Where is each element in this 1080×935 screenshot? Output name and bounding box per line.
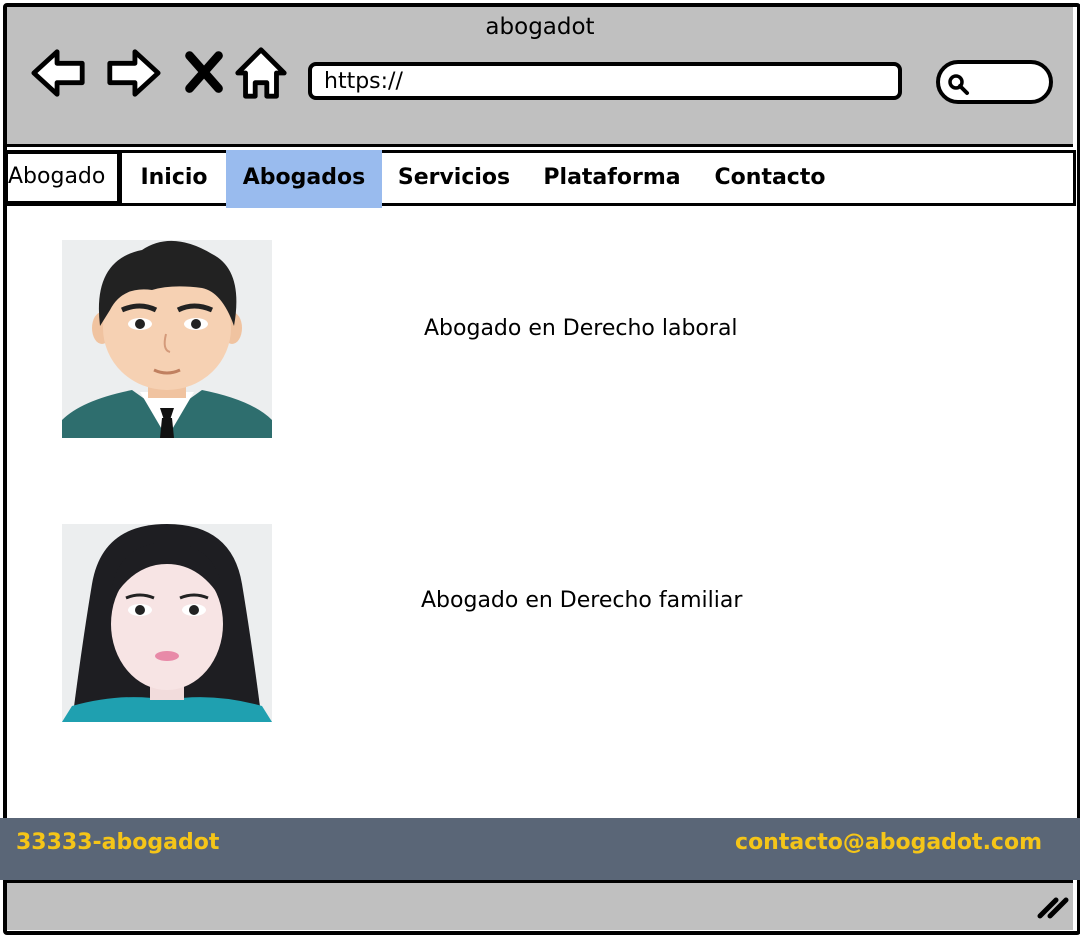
nav-item-contacto[interactable]: Contacto [702,150,838,208]
male-avatar [62,240,272,438]
status-bar [7,880,1073,930]
nav-item-plataforma[interactable]: Plataforma [532,150,692,208]
back-arrow-icon[interactable] [30,44,88,102]
nav-item-abogados[interactable]: Abogados [226,150,382,208]
footer-email[interactable]: contacto@abogadot.com [735,830,1042,855]
url-bar[interactable]: https:// [308,62,902,100]
lawyer-title: Abogado en Derecho familiar [421,588,743,613]
close-icon[interactable] [176,44,234,102]
brand-logo[interactable]: Abogado [4,150,122,206]
resize-handle-icon[interactable] [1034,896,1070,920]
brand-label: Abogado [8,164,106,189]
home-icon[interactable] [232,44,290,102]
search-icon [948,74,969,95]
footer-phone: 33333-abogadot [16,830,220,855]
window-title: abogadot [485,14,595,40]
search-box[interactable] [936,60,1053,104]
lawyer-title: Abogado en Derecho laboral [424,316,738,341]
nav-item-servicios[interactable]: Servicios [388,150,520,208]
url-text: https:// [324,69,403,94]
forward-arrow-icon[interactable] [104,44,162,102]
nav-item-inicio[interactable]: Inicio [126,150,222,208]
female-avatar [62,524,272,722]
